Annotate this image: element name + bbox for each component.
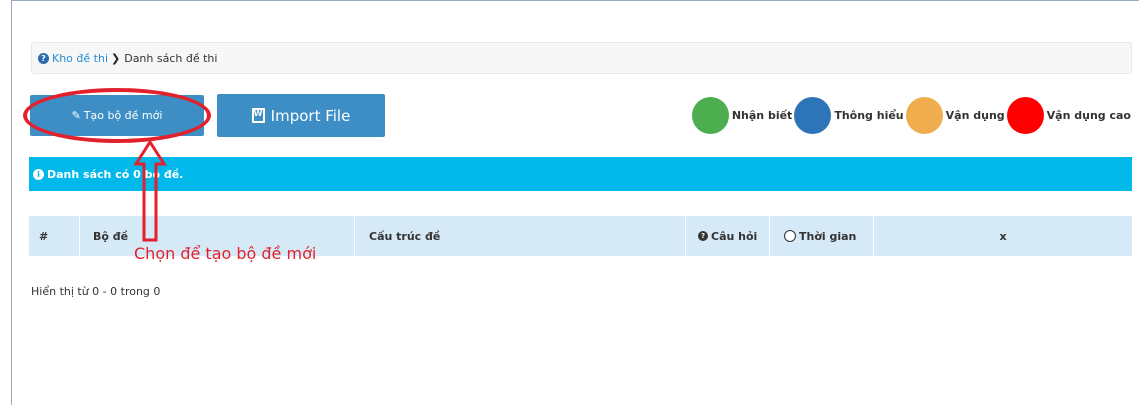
import-file-label: Import File — [270, 106, 351, 125]
legend-label: Vận dụng cao — [1046, 108, 1131, 122]
column-header-label: Thời gian — [799, 229, 857, 243]
breadcrumb-current: Danh sách đề thi — [124, 51, 218, 65]
pagination-summary: Hiển thị từ 0 - 0 trong 0 — [31, 285, 161, 298]
clock-icon — [784, 230, 796, 242]
difficulty-legend: Nhận biết Thông hiểu Vận dụng Vận dụng c… — [691, 96, 1133, 134]
column-header-label: Cấu trúc đề — [369, 229, 441, 243]
red-circle-icon — [1006, 96, 1044, 134]
info-icon: ? — [38, 52, 49, 64]
legend-item-understanding: Thông hiểu — [794, 96, 905, 134]
exam-count-alert: i Danh sách có 0 bộ đề. — [29, 157, 1132, 191]
blue-circle-icon — [794, 96, 832, 134]
legend-label: Thông hiểu — [834, 108, 904, 122]
column-header-label: Câu hỏi — [711, 229, 758, 243]
legend-item-recognition: Nhận biết — [691, 96, 794, 134]
word-file-icon — [251, 108, 265, 123]
column-header-structure[interactable]: Cấu trúc đề — [355, 216, 686, 256]
breadcrumb: ? Kho đề thi ❯ Danh sách đề thi — [31, 42, 1132, 74]
question-circle-icon: ? — [698, 231, 708, 241]
legend-item-application: Vận dụng — [905, 96, 1007, 134]
column-header-time[interactable]: Thời gian — [770, 216, 874, 256]
info-icon: i — [33, 168, 44, 180]
import-file-button[interactable]: Import File — [217, 94, 385, 137]
column-header-actions: x — [874, 216, 1132, 256]
annotation-ellipse — [23, 88, 211, 143]
orange-circle-icon — [905, 96, 943, 134]
annotation-arrow-icon — [133, 140, 167, 242]
column-header-label: # — [39, 229, 49, 243]
annotation-text: Chọn để tạo bộ đề mới — [134, 244, 317, 263]
column-header-label: x — [999, 229, 1007, 243]
column-header-questions[interactable]: ? Câu hỏi — [686, 216, 770, 256]
column-header-index: # — [29, 216, 80, 256]
legend-item-high-application: Vận dụng cao — [1006, 96, 1133, 134]
breadcrumb-link-root[interactable]: Kho đề thi — [52, 52, 108, 65]
legend-label: Vận dụng — [945, 108, 1005, 122]
green-circle-icon — [691, 96, 729, 134]
legend-label: Nhận biết — [731, 108, 793, 122]
chevron-right-icon: ❯ — [111, 51, 121, 65]
column-header-label: Bộ đề — [93, 229, 129, 243]
